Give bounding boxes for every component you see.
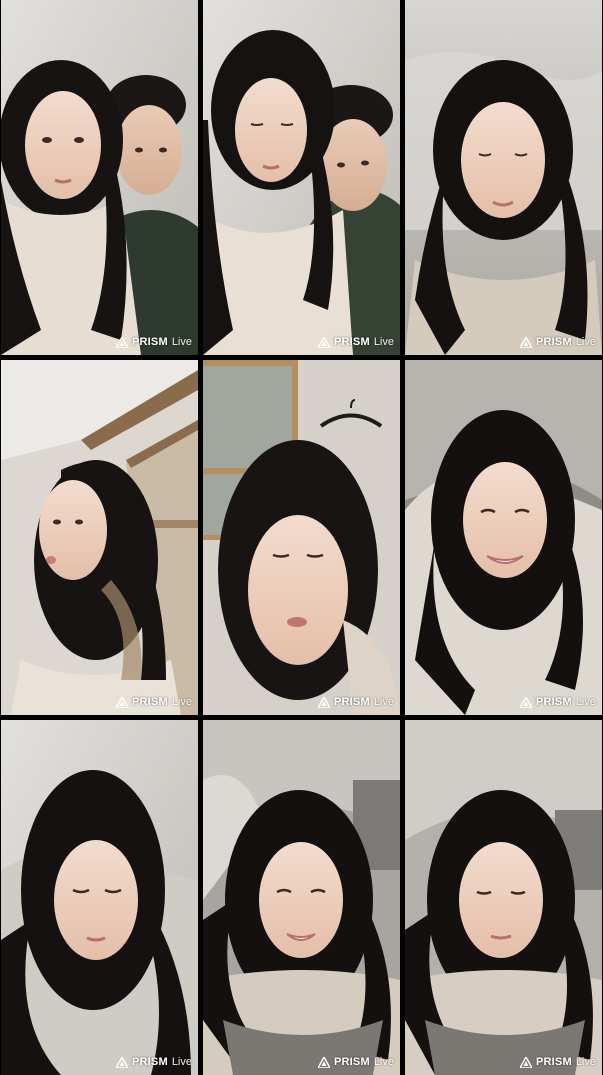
prism-triangle-icon xyxy=(519,336,532,348)
watermark-brand: PRISM xyxy=(131,336,168,348)
video-tile[interactable]: PRISM Live xyxy=(405,360,602,715)
photo-woman-smiling xyxy=(203,720,400,1075)
video-tile[interactable]: PRISM Live xyxy=(1,720,198,1075)
prism-live-watermark: PRISM Live xyxy=(115,696,192,708)
prism-triangle-icon xyxy=(519,1056,532,1068)
watermark-brand: PRISM xyxy=(131,1056,168,1068)
watermark-brand: PRISM xyxy=(333,336,370,348)
prism-live-watermark: PRISM Live xyxy=(115,1056,192,1068)
video-tile[interactable]: PRISM Live xyxy=(203,0,400,355)
prism-triangle-icon xyxy=(317,1056,330,1068)
prism-triangle-icon xyxy=(317,696,330,708)
prism-triangle-icon xyxy=(115,336,128,348)
photo-woman-and-man xyxy=(1,0,198,355)
prism-live-watermark: PRISM Live xyxy=(115,336,192,348)
video-tile[interactable]: PRISM Live xyxy=(1,360,198,715)
prism-triangle-icon xyxy=(317,336,330,348)
prism-live-watermark: PRISM Live xyxy=(519,1056,596,1068)
watermark-suffix: Live xyxy=(171,1056,192,1068)
video-grid: PRISM Live PRISM Live PRISM Live PRISM L… xyxy=(0,0,603,1075)
photo-woman-and-man xyxy=(203,0,400,355)
prism-live-watermark: PRISM Live xyxy=(519,336,596,348)
watermark-suffix: Live xyxy=(575,336,596,348)
watermark-brand: PRISM xyxy=(535,1056,572,1068)
photo-woman-lying xyxy=(405,360,602,715)
video-tile[interactable]: PRISM Live xyxy=(1,0,198,355)
watermark-suffix: Live xyxy=(575,1056,596,1068)
prism-live-watermark: PRISM Live xyxy=(317,696,394,708)
watermark-suffix: Live xyxy=(171,696,192,708)
prism-live-watermark: PRISM Live xyxy=(519,696,596,708)
watermark-brand: PRISM xyxy=(333,696,370,708)
photo-woman-in-bed xyxy=(405,0,602,355)
watermark-brand: PRISM xyxy=(535,696,572,708)
video-tile[interactable]: PRISM Live xyxy=(405,0,602,355)
photo-woman-profile xyxy=(1,360,198,715)
video-tile[interactable]: PRISM Live xyxy=(203,720,400,1075)
watermark-suffix: Live xyxy=(373,1056,394,1068)
photo-woman-closeup xyxy=(203,360,400,715)
prism-triangle-icon xyxy=(519,696,532,708)
video-tile[interactable]: PRISM Live xyxy=(203,360,400,715)
prism-triangle-icon xyxy=(115,696,128,708)
photo-woman-eyes-closed xyxy=(1,720,198,1075)
watermark-brand: PRISM xyxy=(535,336,572,348)
prism-live-watermark: PRISM Live xyxy=(317,336,394,348)
video-tile[interactable]: PRISM Live xyxy=(405,720,602,1075)
watermark-brand: PRISM xyxy=(131,696,168,708)
prism-live-watermark: PRISM Live xyxy=(317,1056,394,1068)
watermark-brand: PRISM xyxy=(333,1056,370,1068)
watermark-suffix: Live xyxy=(373,696,394,708)
prism-triangle-icon xyxy=(115,1056,128,1068)
watermark-suffix: Live xyxy=(373,336,394,348)
watermark-suffix: Live xyxy=(575,696,596,708)
photo-woman-lying xyxy=(405,720,602,1075)
watermark-suffix: Live xyxy=(171,336,192,348)
